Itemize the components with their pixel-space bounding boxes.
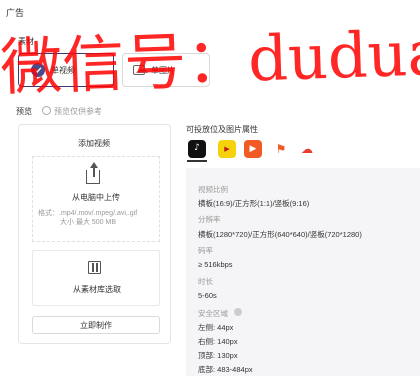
- safe-area-bottom: 底部: 483-484px: [198, 365, 253, 374]
- upload-tray-icon: [86, 170, 100, 184]
- safe-area-left: 左侧: 44px: [198, 323, 234, 332]
- attr-key-bitrate: 码率: [198, 246, 213, 255]
- make-now-button[interactable]: 立即制作: [32, 316, 160, 334]
- flag-app-icon[interactable]: ⚑: [272, 140, 290, 158]
- safe-area-right: 右侧: 140px: [198, 337, 238, 346]
- attr-key-ratio: 视频比例: [198, 185, 228, 194]
- cloud-app-icon[interactable]: ☁: [298, 140, 316, 158]
- library-select-zone[interactable]: [32, 250, 160, 306]
- image-icon: [133, 65, 148, 75]
- info-icon[interactable]: [234, 308, 242, 316]
- attr-value-duration: 5-60s: [198, 291, 217, 300]
- safe-area-top: 顶部: 130px: [198, 351, 238, 360]
- upload-panel-title: 添加视频: [78, 139, 110, 148]
- option-label: 单视频: [51, 65, 75, 75]
- preview-label: 预览: [16, 107, 32, 116]
- upload-size-limit: 大小 最大 500 MB: [60, 219, 117, 226]
- attr-value-ratio: 横板(16:9)/正方形(1:1)/竖板(9:16): [198, 199, 310, 208]
- upload-title: 从电脑中上传: [72, 193, 120, 202]
- video-app-icon[interactable]: ▶: [244, 140, 262, 158]
- option-single-video[interactable]: 单视频: [18, 53, 114, 87]
- attr-value-resolution: 横板(1280*720)/正方形(640*640)/竖板(720*1280): [198, 230, 362, 239]
- option-single-image[interactable]: 单图片: [122, 53, 210, 87]
- section-title: 广告: [6, 8, 25, 18]
- attr-key-safe-area: 安全区域: [198, 309, 228, 318]
- preview-option-text: 预览仅供参考: [54, 107, 102, 116]
- kuaishou-icon[interactable]: ▶: [218, 140, 236, 158]
- check-icon: [31, 63, 45, 77]
- option-label: 单图片: [151, 65, 175, 75]
- attr-value-bitrate: ≥ 516kbps: [198, 260, 233, 269]
- library-icon: [88, 261, 101, 274]
- library-label: 从素材库选取: [73, 285, 121, 294]
- preview-radio[interactable]: [42, 106, 51, 115]
- douyin-icon[interactable]: ♪: [188, 140, 206, 158]
- platform-active-indicator: [187, 160, 207, 162]
- placement-title: 可投放位及图片属性: [186, 125, 258, 134]
- attr-key-resolution: 分辨率: [198, 215, 221, 224]
- material-label: 素材: [18, 37, 34, 46]
- attr-key-duration: 时长: [198, 277, 213, 286]
